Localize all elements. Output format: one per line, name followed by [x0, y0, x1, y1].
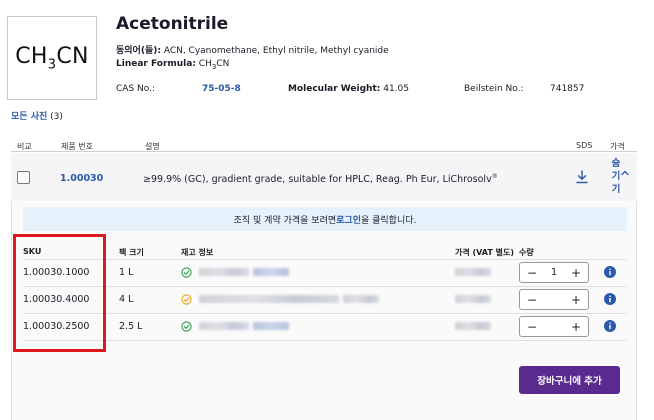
plus-button[interactable]: + — [571, 266, 581, 280]
minus-button[interactable]: − — [527, 320, 537, 334]
minus-button[interactable]: − — [527, 266, 537, 280]
quantity-value[interactable]: 1 — [551, 267, 557, 278]
add-to-cart-button[interactable]: 장바구니에 추가 — [519, 366, 620, 394]
mw-label: Molecular Weight: — [288, 84, 381, 94]
row-divider — [23, 340, 627, 341]
available-check-icon — [181, 267, 192, 278]
limited-check-icon — [181, 294, 192, 305]
cas-number-link[interactable]: 75-05-8 — [202, 84, 241, 94]
stock-info-redacted — [199, 322, 249, 330]
info-icon[interactable] — [604, 320, 616, 332]
beilstein-value: 741857 — [550, 84, 585, 94]
info-icon[interactable] — [604, 293, 616, 305]
sku-highlight-box — [13, 234, 106, 352]
download-icon[interactable] — [575, 170, 589, 184]
stock-date-redacted — [253, 268, 289, 276]
all-photos: 모든 사진 (3) — [11, 109, 63, 122]
structure-formula: CH3CN — [15, 43, 89, 73]
stock-info-redacted — [199, 268, 249, 276]
product-title: Acetonitrile — [116, 14, 229, 34]
price-redacted — [455, 322, 491, 330]
synonyms: 동의어(들): ACN, Cyanomethane, Ethyl nitrile… — [116, 43, 389, 56]
synonyms-label: 동의어(들): — [116, 46, 161, 56]
pack-size-cell: 4 L — [119, 294, 134, 305]
price-redacted — [455, 268, 491, 276]
quantity-header: 수량 — [519, 248, 534, 257]
molecular-weight: Molecular Weight: 41.05 — [288, 84, 409, 94]
login-banner: 조직 및 계약 가격을 보려면 로그인 을 클릭합니다. — [23, 207, 627, 231]
login-link[interactable]: 로그인 — [336, 213, 361, 226]
quantity-stepper[interactable]: − + — [519, 316, 589, 337]
stock-date-redacted — [343, 295, 379, 303]
row-divider — [23, 286, 627, 287]
plus-button[interactable]: + — [571, 293, 581, 307]
product-number-link[interactable]: 1.00030 — [60, 173, 103, 184]
synonyms-value: ACN, Cyanomethane, Ethyl nitrile, Methyl… — [160, 46, 389, 56]
stock-date-redacted — [253, 322, 289, 330]
price-header: 가격 (VAT 별도) — [455, 248, 514, 257]
price-redacted — [455, 295, 491, 303]
quantity-stepper[interactable]: − 1 + — [519, 262, 589, 283]
all-photos-count: (3) — [47, 112, 63, 122]
stock-info-redacted — [199, 295, 339, 303]
header-sds: SDS — [576, 141, 593, 150]
stock-header: 재고 정보 — [181, 248, 214, 257]
linear-formula: Linear Formula: CH3CN — [116, 59, 229, 71]
product-description: ≥99.9% (GC), gradient grade, suitable fo… — [143, 173, 498, 186]
mw-value: 41.05 — [380, 84, 409, 94]
beilstein-label: Beilstein No.: — [464, 84, 524, 94]
all-photos-link[interactable]: 모든 사진 — [11, 112, 47, 122]
row-divider — [23, 259, 627, 260]
chevron-up-icon[interactable] — [621, 169, 629, 177]
header-divider — [11, 151, 637, 152]
structure-image[interactable]: CH3CN — [7, 16, 97, 100]
info-icon[interactable] — [604, 266, 616, 278]
pack-size-header: 팩 크기 — [119, 248, 144, 257]
minus-button[interactable]: − — [527, 293, 537, 307]
available-check-icon — [181, 321, 192, 332]
pack-size-cell: 1 L — [119, 267, 134, 278]
linear-formula-value: CH3CN — [195, 59, 230, 71]
cas-label: CAS No.: — [116, 84, 155, 94]
pack-size-cell: 2.5 L — [119, 321, 143, 332]
compare-checkbox[interactable] — [17, 171, 30, 184]
linear-formula-label: Linear Formula: — [116, 59, 196, 69]
row-divider — [23, 313, 627, 314]
quantity-stepper[interactable]: − + — [519, 289, 589, 310]
plus-button[interactable]: + — [571, 320, 581, 334]
